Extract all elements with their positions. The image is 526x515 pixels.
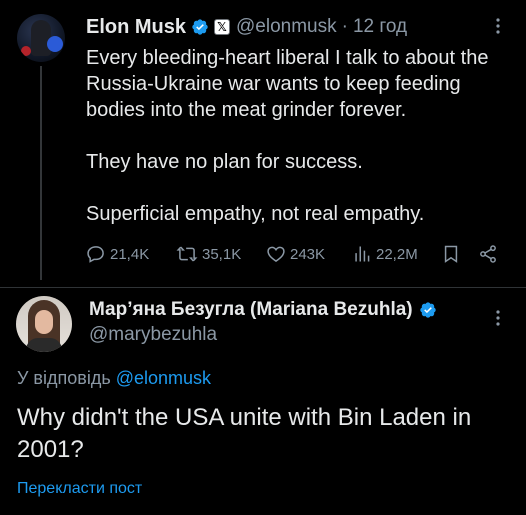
tweet-paragraph: They have no plan for success. (86, 151, 363, 173)
reply-handle[interactable]: @marybezuhla (89, 324, 217, 346)
reply-tweet-text: Why didn't the USA unite with Bin Laden … (17, 404, 472, 463)
verified-badge-icon (419, 302, 436, 318)
translate-post-link[interactable]: Перекласти пост (17, 480, 142, 498)
like-count: 243K (290, 245, 326, 263)
meta-separator: · (341, 16, 348, 37)
reply-count: 21,4K (110, 245, 150, 263)
replying-to-link[interactable]: @elonmusk (116, 368, 211, 388)
parent-actions-bar: 21,4K 35,1K 243K 22,2M (86, 244, 506, 270)
x-affiliate-badge-icon: 𝕏 (214, 19, 231, 35)
replying-prefix: У відповідь (17, 368, 111, 388)
mariana-avatar[interactable] (16, 296, 72, 352)
views-count: 22,2M (376, 245, 418, 263)
reply-icon (87, 246, 104, 263)
reply-button[interactable]: 21,4K (86, 244, 149, 264)
share-icon (480, 245, 496, 263)
divider (0, 287, 526, 288)
bookmark-button[interactable] (441, 244, 465, 264)
repost-count: 35,1K (202, 245, 242, 263)
avatar-shirt (26, 338, 62, 352)
tweet-paragraph: Superficial empathy, not real empathy. (86, 203, 425, 225)
like-button[interactable]: 243K (266, 244, 325, 264)
parent-handle[interactable]: @elonmusk (236, 16, 337, 38)
repost-button[interactable]: 35,1K (176, 244, 241, 264)
views-button[interactable]: 22,2M (352, 244, 418, 264)
parent-timestamp[interactable]: 12 год (353, 16, 407, 38)
parent-author-name[interactable]: Elon Musk (86, 16, 186, 39)
avatar-blue-mark (47, 36, 63, 52)
more-icon[interactable] (488, 308, 508, 328)
reply-header: Мар’яна Безугла (Mariana Bezuhla) (89, 297, 437, 323)
avatar-face (35, 310, 53, 334)
repost-icon (176, 246, 198, 262)
tweet-paragraph: Every bleeding-heart liberal I talk to a… (86, 47, 489, 121)
like-icon (267, 246, 285, 262)
more-icon[interactable] (488, 16, 508, 36)
verified-badge-icon (192, 19, 208, 35)
share-button[interactable] (478, 244, 502, 264)
views-icon (355, 246, 370, 262)
parent-tweet-text: Every bleeding-heart liberal I talk to a… (86, 45, 506, 227)
avatar-red-mark (21, 46, 31, 56)
thread-line (40, 66, 42, 280)
elon-avatar[interactable] (17, 14, 65, 62)
replying-to-line: У відповідь @elonmusk (17, 368, 211, 389)
bookmark-icon (444, 245, 458, 263)
reply-author-name[interactable]: Мар’яна Безугла (Mariana Bezuhla) (89, 299, 413, 321)
parent-header: Elon Musk 𝕏 @elonmusk · 12 год (86, 14, 407, 40)
